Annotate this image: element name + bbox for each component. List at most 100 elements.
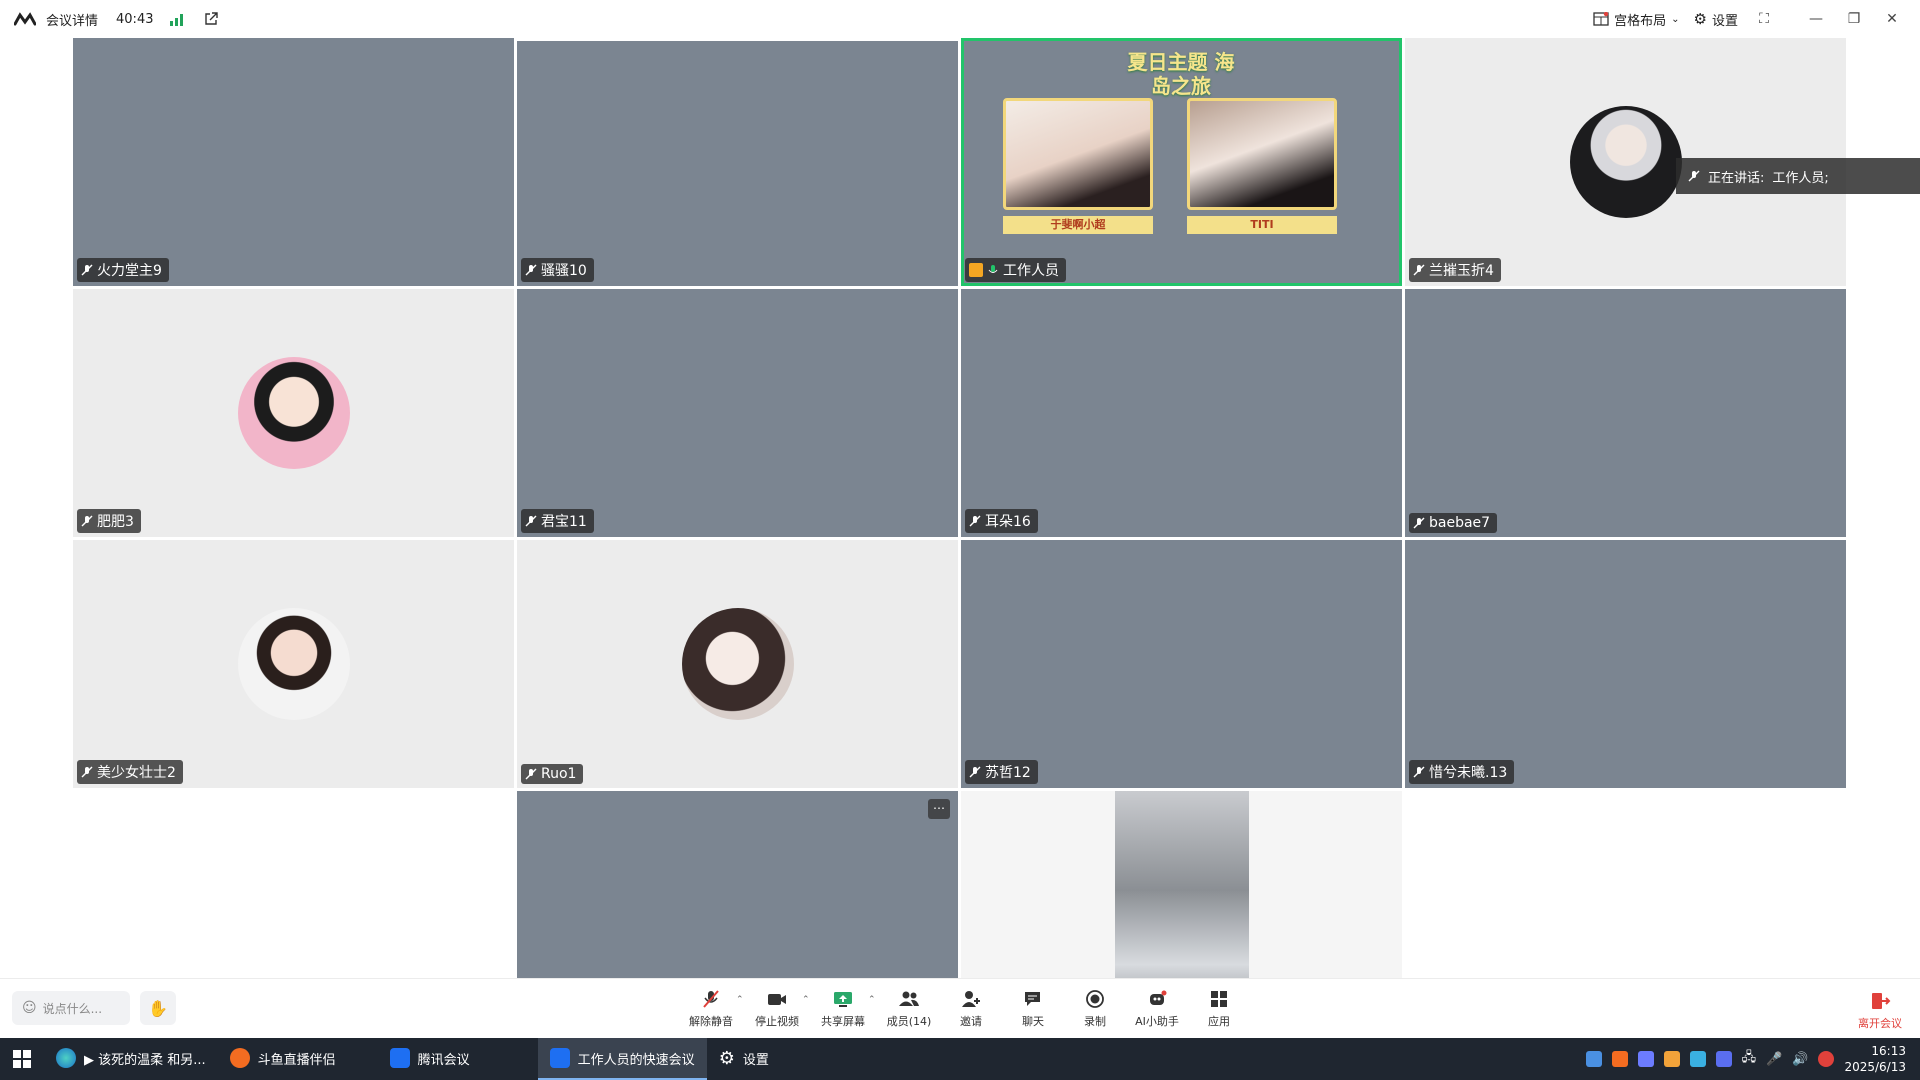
start-button[interactable]: [0, 1050, 44, 1068]
participant-name: 工作人员: [1003, 263, 1059, 279]
volume-icon[interactable]: 🔊: [1792, 1052, 1808, 1067]
hand-icon: ✋: [148, 998, 168, 1018]
chevron-up-icon[interactable]: ⌃: [802, 995, 812, 1005]
taskbar-item-quick-meeting[interactable]: 工作人员的快速会议: [537, 1038, 707, 1080]
taskbar-item-browser[interactable]: ▶ 该死的温柔 和另...: [44, 1038, 218, 1080]
chevron-up-icon[interactable]: ⌃: [868, 995, 878, 1005]
leave-meeting-button[interactable]: 离开会议: [1858, 991, 1902, 1031]
share-screen-label: 共享屏幕: [821, 1015, 865, 1028]
video-tile[interactable]: 惜兮未曦.13: [1405, 540, 1846, 788]
video-tile[interactable]: [961, 791, 1402, 978]
participant-name: 耳朵16: [985, 514, 1031, 530]
meeting-topbar: 会议详情 40:43 宫格布局 ⌄ ⚙ 设置 ⛶ — ❐ ✕: [0, 0, 1920, 38]
stream-label-left: 于斐啊小超: [1003, 216, 1153, 234]
video-tile[interactable]: 君宝11: [517, 289, 958, 537]
mic-muted-icon: [1413, 766, 1425, 778]
mic-muted-icon: [525, 768, 537, 780]
video-tile[interactable]: baebae7: [1405, 289, 1846, 537]
unmute-label: 解除静音: [689, 1015, 733, 1028]
speaking-speaker: 工作人员;: [1772, 170, 1829, 186]
meeting-toolbar: ☺ 说点什么... ✋ 解除静音 ⌃ 停止视频 ⌃ 共享屏幕 ⌃ 成员(14) …: [0, 978, 1920, 1038]
taskbar-item-douyu[interactable]: 斗鱼直播伴侣: [218, 1038, 378, 1080]
avatar-tile[interactable]: 肥肥3: [73, 289, 514, 537]
record-button[interactable]: 录制: [1064, 989, 1126, 1029]
tencent-meeting-tray-icon[interactable]: [1585, 1051, 1602, 1067]
share-screen-icon: [834, 992, 852, 1007]
ai-assistant-icon: [1150, 990, 1167, 1005]
douyu-tray-icon[interactable]: [1611, 1051, 1628, 1067]
quick-chat-input[interactable]: ☺ 说点什么...: [12, 991, 130, 1025]
mic-muted-icon: [969, 766, 981, 778]
raise-hand-button[interactable]: ✋: [140, 991, 176, 1025]
leave-label: 离开会议: [1858, 1017, 1902, 1030]
fullscreen-icon[interactable]: ⛶: [1752, 11, 1776, 27]
video-tile[interactable]: 耳朵16: [961, 289, 1402, 537]
microphone-icon[interactable]: 🎤: [1766, 1052, 1782, 1067]
gear-icon: ⚙: [718, 1047, 735, 1069]
video-tile[interactable]: ⋯: [517, 791, 958, 978]
app-tray-icon[interactable]: [1715, 1051, 1732, 1067]
stop-video-button[interactable]: 停止视频: [746, 989, 808, 1029]
close-icon[interactable]: ✕: [1880, 11, 1904, 27]
edge-icon: [56, 1048, 76, 1068]
apps-icon: [1211, 991, 1227, 1007]
exit-icon: [1872, 993, 1891, 1009]
network-icon[interactable]: 🖧: [1742, 1048, 1757, 1070]
participant-avatar: [1569, 106, 1682, 218]
settings-button[interactable]: ⚙ 设置: [1694, 10, 1738, 29]
ai-assistant-button[interactable]: AI小助手: [1126, 989, 1188, 1029]
participant-name: 惜兮未曦.13: [1429, 765, 1508, 781]
share-screen-button[interactable]: 共享屏幕: [812, 989, 874, 1029]
participant-nametag: Ruo1: [521, 764, 584, 784]
video-tile-active-speaker[interactable]: 夏日主题 海岛之旅 于斐啊小超 TITI 工作人员: [961, 38, 1402, 286]
participant-name: 兰摧玉折4: [1429, 263, 1494, 279]
mic-icon: [1688, 170, 1700, 182]
layout-label: 宫格布局: [1614, 13, 1667, 29]
browser-tray-icon[interactable]: [1663, 1051, 1680, 1067]
grid-layout-icon: [1593, 12, 1609, 26]
video-tile[interactable]: 苏哲12: [961, 540, 1402, 788]
app-tray-icon[interactable]: [1689, 1051, 1706, 1067]
participant-nametag: 兰摧玉折4: [1409, 258, 1501, 282]
participant-name: 骚骚10: [541, 263, 587, 279]
participant-name: 火力堂主9: [97, 263, 162, 279]
invite-button[interactable]: 邀请: [940, 989, 1002, 1029]
tencent-meeting-icon: [389, 1048, 410, 1068]
participant-name: 肥肥3: [97, 514, 134, 530]
mic-active-icon: [988, 265, 998, 273]
participant-nametag: 火力堂主9: [77, 258, 169, 282]
participant-avatar: [237, 608, 350, 720]
signal-strength-icon[interactable]: [169, 12, 185, 26]
system-clock[interactable]: 16:13 2025/6/13: [1844, 1043, 1906, 1075]
unmute-button[interactable]: 解除静音: [680, 989, 742, 1029]
gear-icon: ⚙: [1693, 10, 1707, 28]
camera-icon: [768, 994, 786, 1005]
more-options-button[interactable]: ⋯: [928, 799, 950, 819]
mic-muted-icon: [525, 515, 537, 527]
taskbar-item-settings[interactable]: ⚙ 设置: [707, 1038, 867, 1080]
meeting-details-link[interactable]: 会议详情: [46, 10, 98, 29]
participant-avatar: [681, 608, 794, 720]
chevron-down-icon: ⌄: [1671, 13, 1680, 25]
avatar-tile[interactable]: 美少女壮士2: [73, 540, 514, 788]
members-button[interactable]: 成员(14): [878, 989, 940, 1029]
emoji-icon[interactable]: ☺: [22, 1000, 37, 1016]
members-icon: [899, 991, 919, 1006]
app-tray-icon[interactable]: [1637, 1051, 1654, 1067]
stream-label-right: TITI: [1187, 216, 1337, 234]
video-tile[interactable]: 火力堂主9: [73, 38, 514, 286]
avatar-tile[interactable]: Ruo1: [517, 540, 958, 788]
stream-pip-left: [1003, 98, 1153, 210]
layout-button[interactable]: 宫格布局 ⌄: [1593, 10, 1680, 29]
taskbar-item-label: 设置: [742, 1052, 769, 1068]
chat-button[interactable]: 聊天: [1002, 989, 1064, 1029]
restore-icon[interactable]: ❐: [1842, 11, 1866, 27]
video-tile[interactable]: 骚骚10: [517, 41, 958, 286]
apps-button[interactable]: 应用: [1188, 989, 1250, 1029]
chevron-up-icon[interactable]: ⌃: [736, 995, 746, 1005]
app-tray-icon[interactable]: [1818, 1051, 1835, 1067]
system-tray: 🖧 🎤 🔊 16:13 2025/6/13: [1585, 1038, 1920, 1080]
external-window-icon[interactable]: [203, 11, 219, 27]
minimize-icon[interactable]: —: [1804, 11, 1828, 27]
taskbar-item-tencent-meeting[interactable]: 腾讯会议: [378, 1038, 538, 1080]
